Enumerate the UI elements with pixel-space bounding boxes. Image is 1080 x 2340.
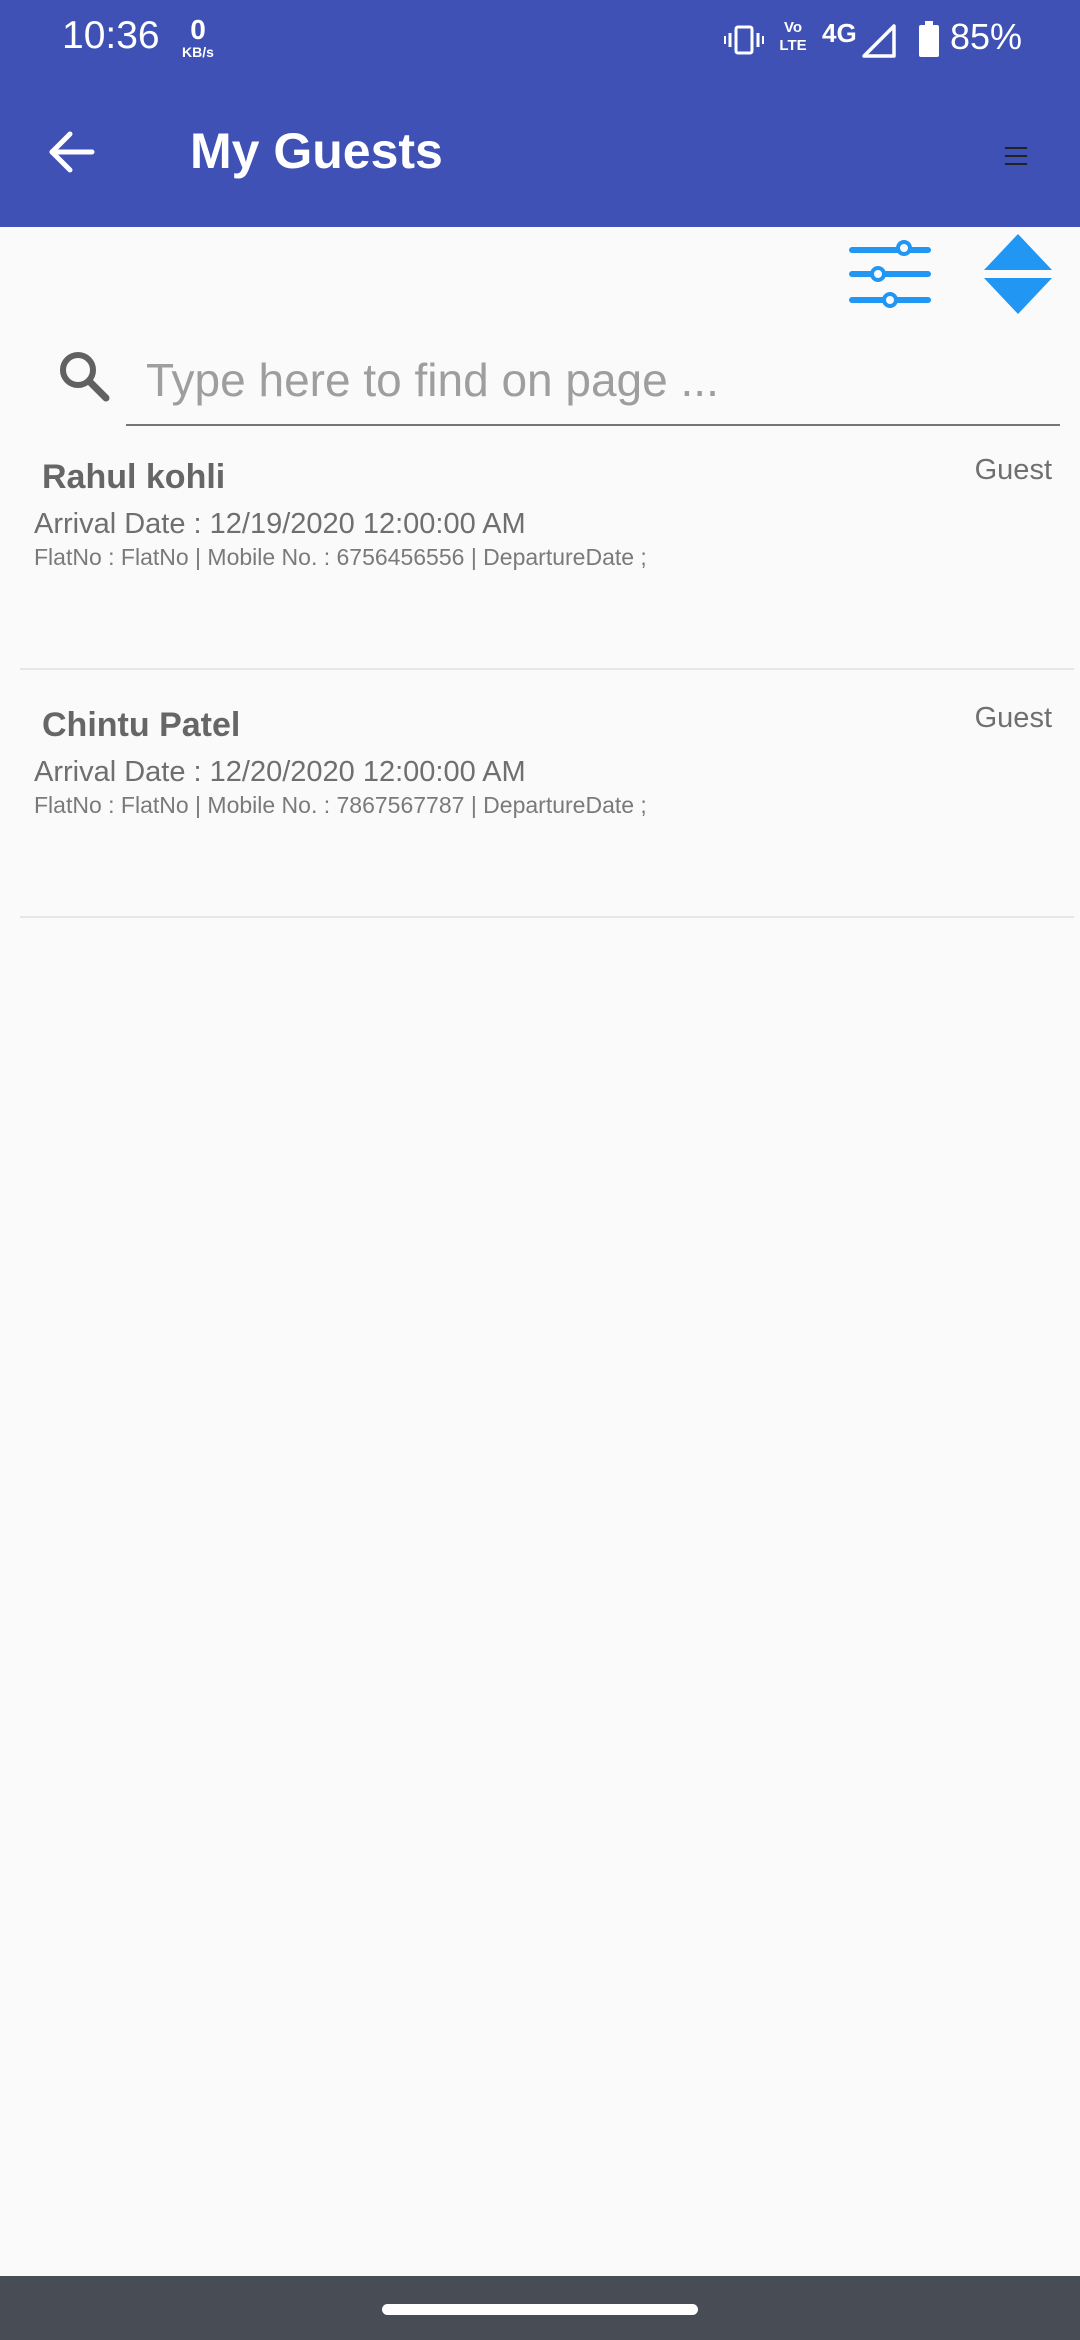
page-title: My Guests [190, 123, 443, 179]
guest-details: FlatNo : FlatNo | Mobile No. : 675645655… [34, 544, 647, 570]
network-type: 4G [822, 18, 857, 48]
net-speed-unit: KB/s [182, 44, 214, 60]
sort-updown-icon [984, 234, 1052, 314]
hamburger-icon [1005, 147, 1027, 165]
guest-type: Guest [974, 454, 1052, 486]
volte-indicator: Vo LTE [776, 20, 810, 53]
guest-name: Rahul kohli [42, 458, 226, 496]
net-speed-value: 0 [190, 14, 206, 45]
home-gesture-bar[interactable] [382, 2304, 698, 2315]
volte-top: Vo [783, 19, 803, 36]
search-icon [60, 352, 110, 402]
status-time: 10:36 [62, 14, 160, 57]
header: 10:36 0 KB/s Vo LTE 4G 85% My Guests [0, 0, 1080, 227]
filter-button[interactable] [848, 236, 932, 316]
filter-sliders-icon [849, 240, 931, 308]
guest-name: Chintu Patel [42, 706, 241, 744]
app-bar: My Guests [0, 80, 1080, 227]
status-bar: 10:36 0 KB/s Vo LTE 4G 85% [0, 0, 1080, 80]
search-input[interactable] [126, 336, 1060, 426]
battery-percent: 85% [950, 16, 1023, 57]
guest-type: Guest [974, 702, 1052, 734]
sort-button[interactable] [980, 232, 1056, 318]
guest-list-item[interactable]: Rahul kohli Guest Arrival Date : 12/19/2… [20, 422, 1074, 670]
vibrate-icon [724, 25, 764, 55]
back-button[interactable] [36, 116, 108, 188]
net-speed: 0 KB/s [176, 14, 220, 60]
guest-details: FlatNo : FlatNo | Mobile No. : 786756778… [34, 792, 647, 818]
guest-list-item[interactable]: Chintu Patel Guest Arrival Date : 12/20/… [20, 670, 1074, 918]
guest-arrival-date: Arrival Date : 12/20/2020 12:00:00 AM [34, 756, 526, 788]
battery-icon [919, 21, 939, 57]
guest-arrival-date: Arrival Date : 12/19/2020 12:00:00 AM [34, 508, 526, 540]
arrow-left-icon [49, 131, 95, 173]
menu-button[interactable] [996, 136, 1036, 176]
volte-bottom: LTE [779, 37, 807, 54]
system-nav-bar [0, 2276, 1080, 2340]
signal-icon [862, 24, 896, 58]
